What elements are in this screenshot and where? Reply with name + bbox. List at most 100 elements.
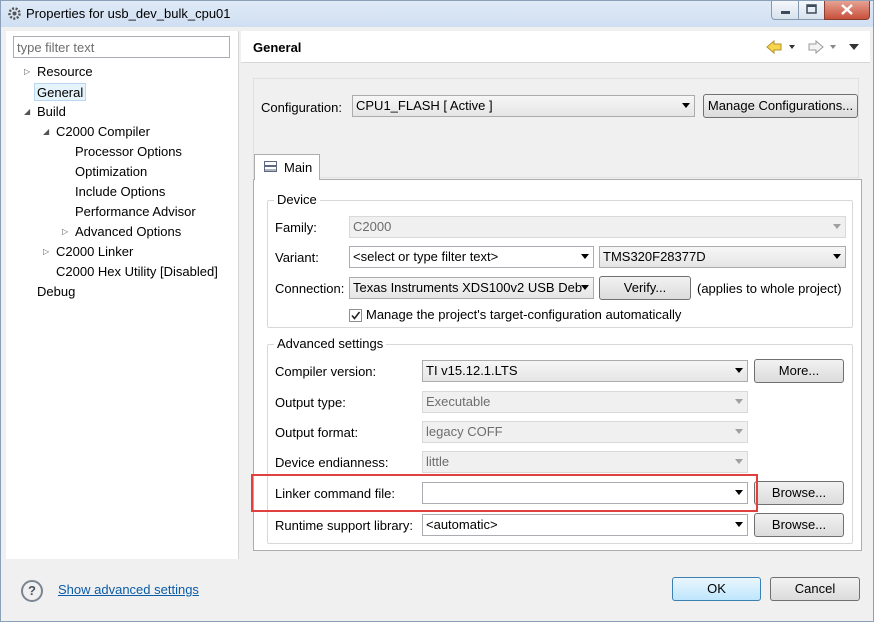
- tree-item[interactable]: Include Options: [75, 183, 165, 201]
- manage-configurations-button[interactable]: Manage Configurations...: [703, 94, 858, 118]
- connection-select[interactable]: Texas Instruments XDS100v2 USB Deb: [349, 277, 594, 299]
- connection-value: Texas Instruments XDS100v2 USB Deb: [353, 280, 583, 295]
- tree-item[interactable]: Debug: [37, 283, 75, 301]
- tree-item[interactable]: Optimization: [75, 163, 147, 181]
- window-title: Properties for usb_dev_bulk_cpu01: [26, 6, 231, 21]
- help-icon[interactable]: ?: [21, 580, 43, 602]
- properties-window: Properties for usb_dev_bulk_cpu01 Resour…: [0, 0, 874, 622]
- endianness-value: little: [426, 454, 450, 469]
- page-header: General: [241, 31, 870, 63]
- variant-value: TMS320F28377D: [603, 249, 706, 264]
- close-icon: [841, 4, 853, 15]
- filter-input[interactable]: [13, 36, 230, 58]
- cancel-button[interactable]: Cancel: [770, 577, 860, 601]
- variant-label: Variant:: [275, 250, 319, 265]
- family-value: C2000: [353, 219, 392, 234]
- variant-select[interactable]: TMS320F28377D: [599, 246, 846, 268]
- chevron-down-icon: [735, 368, 743, 373]
- runtime-library-label: Runtime support library:: [275, 518, 413, 533]
- runtime-library-value: <automatic>: [426, 517, 498, 532]
- chevron-down-icon: [682, 103, 690, 108]
- tree-item[interactable]: General: [34, 83, 87, 101]
- maximize-icon: [806, 4, 817, 14]
- tree-item[interactable]: C2000 Linker: [56, 243, 133, 261]
- ok-button[interactable]: OK: [672, 577, 761, 601]
- expanded-arrow-icon[interactable]: ◢: [43, 123, 49, 141]
- collapsed-arrow-icon[interactable]: ▷: [43, 243, 49, 261]
- chevron-down-icon: [581, 285, 589, 290]
- output-type-value: Executable: [426, 394, 491, 409]
- tree-item[interactable]: Processor Options: [75, 143, 182, 161]
- device-group: Device Family: C2000 Variant: <select or…: [267, 192, 853, 328]
- configuration-value: CPU1_FLASH [ Active ]: [356, 98, 493, 113]
- highlight-annotation: [251, 474, 758, 512]
- tree-item[interactable]: C2000 Hex Utility [Disabled]: [56, 263, 218, 281]
- output-format-value: legacy COFF: [426, 424, 503, 439]
- chevron-down-icon: [833, 224, 841, 229]
- family-select: C2000: [349, 216, 846, 238]
- manage-target-config-label: Manage the project's target-configuratio…: [366, 307, 682, 322]
- tree-item[interactable]: Build: [37, 103, 66, 121]
- applies-note: (applies to whole project): [697, 281, 842, 296]
- expanded-arrow-icon[interactable]: ◢: [24, 103, 30, 121]
- verify-button[interactable]: Verify...: [599, 276, 691, 300]
- dialog-footer: ? Show advanced settings OK Cancel: [1, 560, 873, 621]
- output-format-select: legacy COFF: [422, 421, 748, 443]
- output-format-label: Output format:: [275, 425, 359, 440]
- output-type-select: Executable: [422, 391, 748, 413]
- linker-browse-button[interactable]: Browse...: [754, 481, 844, 505]
- variant-filter-value: <select or type filter text>: [353, 249, 499, 264]
- compiler-version-value: TI v15.12.1.LTS: [426, 363, 518, 378]
- forward-arrow-icon[interactable]: [808, 39, 824, 55]
- runtime-library-select[interactable]: <automatic>: [422, 514, 748, 536]
- checkmark-icon: [351, 311, 361, 320]
- minimize-button[interactable]: [771, 1, 799, 20]
- tab-main-label: Main: [284, 160, 313, 175]
- advanced-settings-group: Advanced settings Compiler version: TI v…: [267, 336, 853, 544]
- forward-dropdown-icon[interactable]: [830, 45, 836, 49]
- output-type-label: Output type:: [275, 395, 346, 410]
- configuration-section: Configuration: CPU1_FLASH [ Active ] Man…: [253, 78, 859, 178]
- minimize-icon: [781, 11, 790, 14]
- configuration-select[interactable]: CPU1_FLASH [ Active ]: [352, 95, 695, 117]
- table-icon: [265, 165, 276, 171]
- tree-item[interactable]: Performance Advisor: [75, 203, 196, 221]
- chevron-down-icon: [735, 429, 743, 434]
- collapsed-arrow-icon[interactable]: ▷: [62, 223, 68, 241]
- variant-filter-select[interactable]: <select or type filter text>: [349, 246, 594, 268]
- tree-item[interactable]: C2000 Compiler: [56, 123, 150, 141]
- more-button[interactable]: More...: [754, 359, 844, 383]
- nav-arrows-icons: [766, 39, 859, 55]
- tree-item[interactable]: Advanced Options: [75, 223, 181, 241]
- runtime-browse-button[interactable]: Browse...: [754, 513, 844, 537]
- back-arrow-icon[interactable]: [766, 39, 782, 55]
- page-title: General: [253, 40, 302, 55]
- chevron-down-icon: [735, 399, 743, 404]
- category-pane: Resource▷GeneralBuild◢C2000 Compiler◢Pro…: [6, 31, 239, 559]
- chevron-down-icon: [581, 254, 589, 259]
- show-advanced-settings-link[interactable]: Show advanced settings: [58, 582, 199, 597]
- tab-main-icon: [264, 161, 277, 172]
- chevron-down-icon: [833, 254, 841, 259]
- back-dropdown-icon[interactable]: [789, 45, 795, 49]
- maximize-button[interactable]: [798, 1, 825, 20]
- collapsed-arrow-icon[interactable]: ▷: [24, 63, 30, 81]
- tree-item[interactable]: Resource: [37, 63, 93, 81]
- title-bar: Properties for usb_dev_bulk_cpu01: [1, 1, 873, 27]
- endianness-select: little: [422, 451, 748, 473]
- tab-main[interactable]: Main: [254, 154, 320, 180]
- compiler-version-select[interactable]: TI v15.12.1.LTS: [422, 360, 748, 382]
- advanced-group-title: Advanced settings: [274, 336, 387, 351]
- app-gear-icon: [8, 7, 21, 20]
- compiler-version-label: Compiler version:: [275, 364, 377, 379]
- connection-label: Connection:: [275, 281, 345, 296]
- close-button[interactable]: [824, 1, 870, 20]
- endianness-label: Device endianness:: [275, 455, 389, 470]
- chevron-down-icon: [735, 459, 743, 464]
- chevron-down-icon: [735, 522, 743, 527]
- navigation-arrows: [765, 38, 865, 59]
- manage-target-config-checkbox[interactable]: [349, 309, 362, 322]
- family-label: Family:: [275, 220, 317, 235]
- view-menu-icon[interactable]: [849, 44, 859, 50]
- configuration-label: Configuration:: [261, 100, 342, 115]
